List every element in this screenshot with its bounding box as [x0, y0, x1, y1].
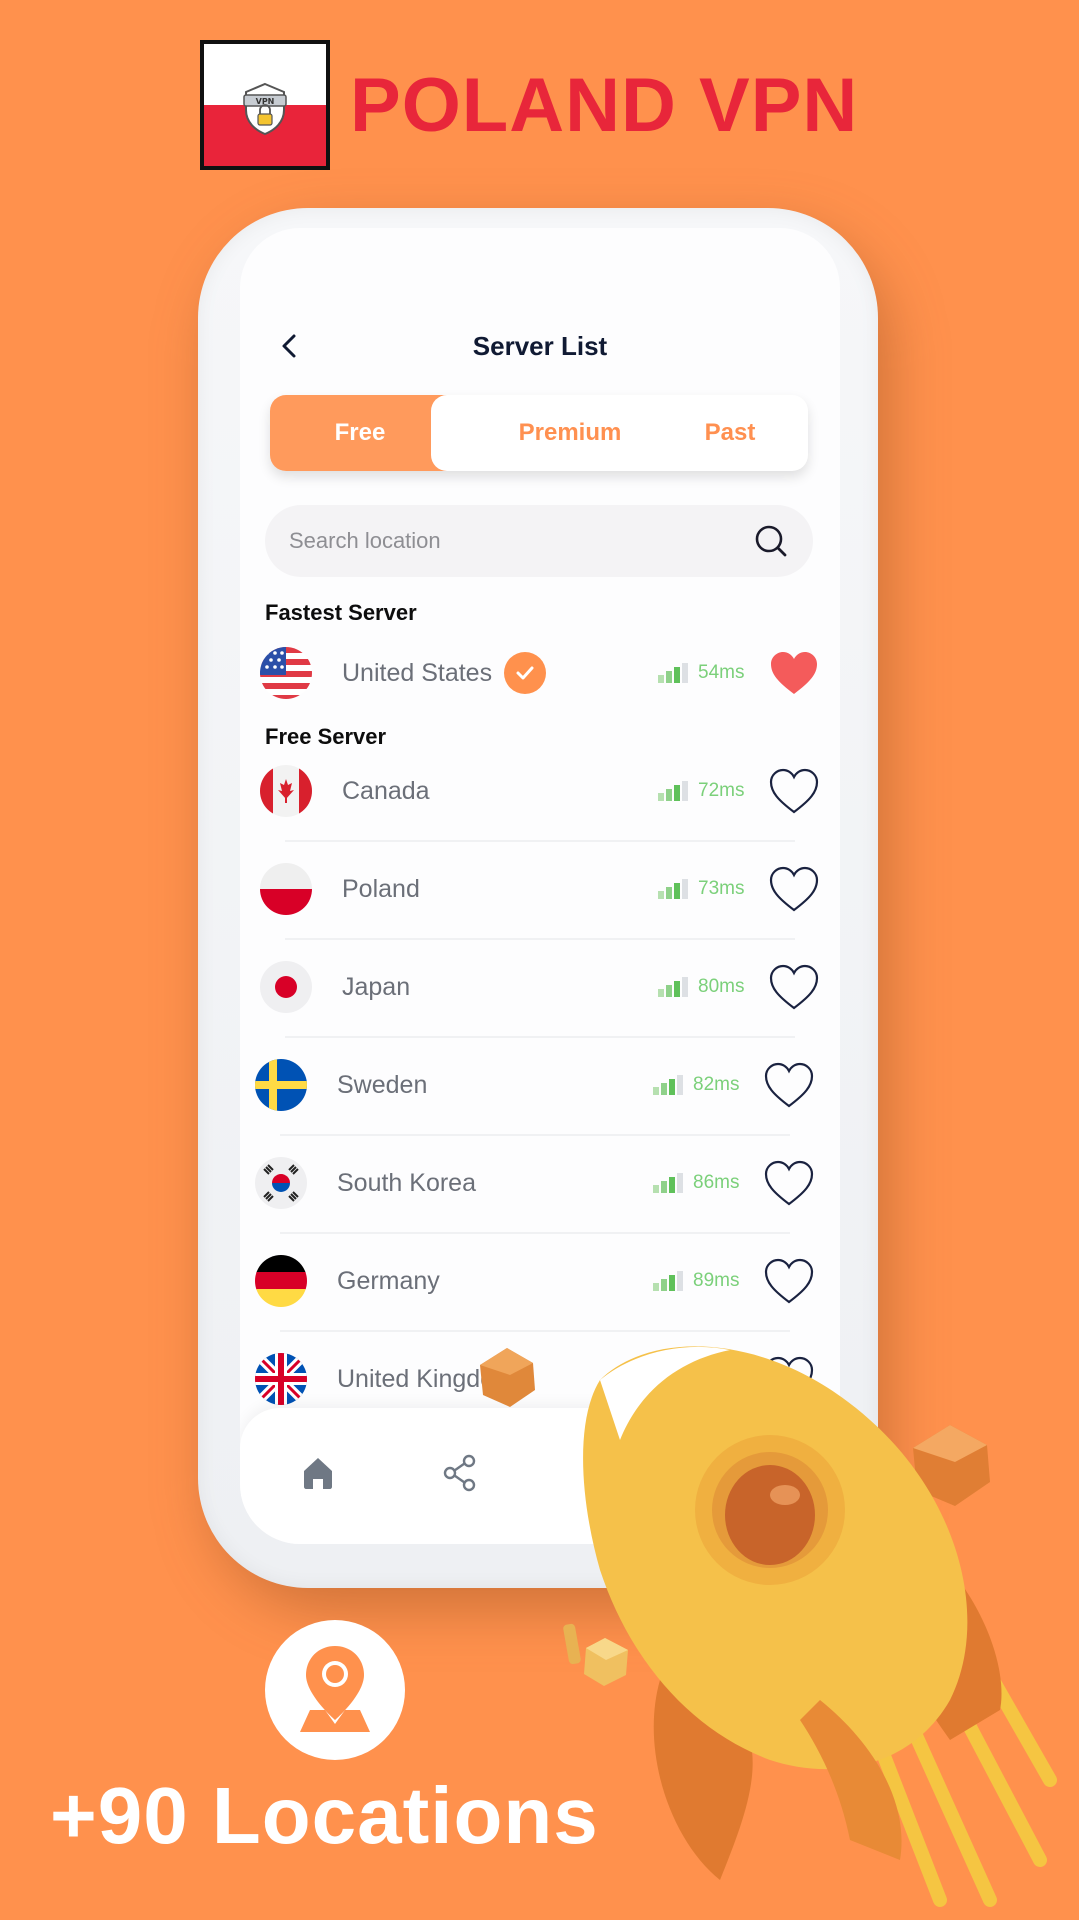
selected-check-icon — [504, 652, 547, 694]
tab-free[interactable]: Free — [270, 395, 451, 471]
heart-outline-icon[interactable] — [768, 963, 820, 1011]
server-row-sweden[interactable]: Sweden 82ms — [255, 1050, 815, 1120]
map-pin-icon — [300, 1646, 370, 1732]
screen-header: Server List — [240, 323, 840, 373]
ping-value: 80ms — [698, 976, 745, 997]
row-divider — [280, 1232, 790, 1234]
heart-outline-icon[interactable] — [768, 767, 820, 815]
fastest-server-heading: Fastest Server — [265, 600, 417, 625]
heart-outline-icon[interactable] — [763, 1159, 815, 1207]
flag-us-icon — [260, 647, 312, 699]
locations-headline: +90 Locations — [50, 1771, 599, 1860]
country-name: Sweden — [337, 1070, 428, 1099]
search-input[interactable] — [289, 528, 753, 554]
signal-strength-icon — [653, 1271, 683, 1291]
heart-outline-icon[interactable] — [763, 1257, 815, 1305]
vpn-shield-lock-icon: VPN — [243, 82, 287, 136]
country-name: Japan — [342, 972, 411, 1001]
ping-value: 86ms — [693, 1172, 740, 1193]
country-name: Canada — [342, 776, 430, 805]
signal-strength-icon — [653, 1173, 683, 1193]
decorative-gem-icon — [480, 1348, 535, 1407]
server-row-poland[interactable]: Poland 73ms — [260, 854, 820, 924]
server-row-germany[interactable]: Germany 89ms — [255, 1246, 815, 1316]
country-name: South Korea — [337, 1168, 476, 1197]
heart-filled-icon[interactable] — [768, 649, 820, 697]
flag-canada-icon — [260, 765, 312, 817]
server-row-united-states[interactable]: United States 54ms — [260, 638, 820, 708]
flag-uk-icon — [255, 1353, 307, 1405]
flag-sweden-icon — [255, 1059, 307, 1111]
rocket-illustration — [583, 1346, 1057, 1907]
country-name: United States — [342, 658, 493, 687]
signal-strength-icon — [658, 977, 688, 997]
flag-south-korea-icon — [255, 1157, 307, 1209]
ping-value: 72ms — [698, 780, 745, 801]
locations-badge — [265, 1620, 405, 1760]
search-icon[interactable] — [753, 523, 789, 559]
ping-value: 82ms — [693, 1074, 740, 1095]
page-title: Server List — [472, 331, 608, 361]
flag-germany-icon — [255, 1255, 307, 1307]
brand-header: VPN POLAND VPN — [200, 40, 858, 170]
row-divider — [280, 1330, 790, 1332]
app-title: POLAND VPN — [350, 62, 859, 148]
server-row-canada[interactable]: Canada 72ms — [260, 756, 820, 826]
country-name: Poland — [342, 874, 420, 903]
row-divider — [285, 938, 795, 940]
tab-past[interactable]: Past — [680, 395, 780, 471]
row-divider — [285, 1036, 795, 1038]
home-icon[interactable] — [298, 1453, 338, 1493]
share-icon[interactable] — [440, 1453, 480, 1493]
ping-value: 89ms — [693, 1270, 740, 1291]
signal-strength-icon — [653, 1075, 683, 1095]
row-divider — [285, 840, 795, 842]
flag-poland-icon — [260, 863, 312, 915]
search-bar — [265, 505, 813, 577]
signal-strength-icon — [658, 879, 688, 899]
flag-japan-icon — [260, 961, 312, 1013]
ping-value: 54ms — [698, 662, 745, 683]
server-row-japan[interactable]: Japan 80ms — [260, 952, 820, 1022]
signal-strength-icon — [658, 663, 688, 683]
poland-flag-logo: VPN — [200, 40, 330, 170]
heart-outline-icon[interactable] — [768, 865, 820, 913]
signal-strength-icon — [658, 781, 688, 801]
country-name: Germany — [337, 1266, 440, 1295]
heart-outline-icon[interactable] — [763, 1061, 815, 1109]
tab-premium[interactable]: Premium — [460, 395, 680, 471]
server-tabs: Free Premium Past — [270, 395, 808, 471]
row-divider — [280, 1134, 790, 1136]
server-row-south-korea[interactable]: South Korea 86ms — [255, 1148, 815, 1218]
free-server-heading: Free Server — [265, 724, 387, 749]
ping-value: 73ms — [698, 878, 745, 899]
